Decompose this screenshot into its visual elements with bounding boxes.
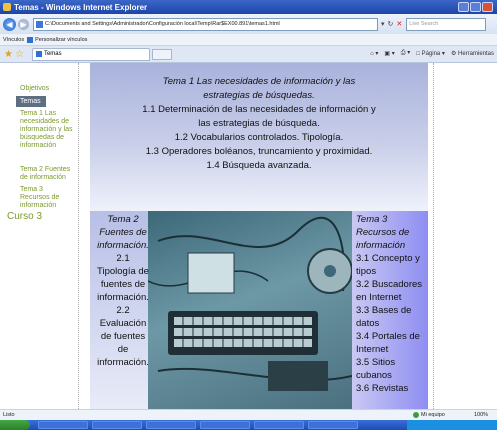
favorites-star-icon[interactable]: ★: [4, 49, 13, 60]
security-zone: Mi equipo: [413, 412, 445, 418]
tema2-block: Tema 2 Fuentes de información. 2.1 Tipol…: [96, 213, 150, 369]
tema1-line: 1.1 Determinación de las necesidades de …: [142, 104, 376, 129]
address-value: C:\Documents and Settings\Administrador\…: [45, 21, 280, 27]
status-text: Listo: [3, 412, 15, 418]
page-menu-label: Página: [421, 50, 441, 57]
taskbar-item[interactable]: [254, 421, 304, 429]
tab-bar: ★ ☆ Temas ⌂ ▾ ▣ ▾ ⎙ ▾ □ Página ▾ ⚙ Herra…: [0, 46, 497, 63]
tema3-line: 3.6 Revistas: [356, 383, 409, 394]
window-title: Temas - Windows Internet Explorer: [14, 2, 148, 12]
temas-slide: Tema 1 Las necesidades de información y …: [90, 63, 428, 409]
keyboard-photo: [148, 211, 352, 409]
tema3-line: 3.3 Bases de datos: [356, 305, 412, 329]
dropdown-icon[interactable]: ▾: [381, 20, 385, 28]
tema1-line: 1.4 Búsqueda avanzada.: [206, 160, 312, 171]
address-toolbar: ◀ ▶ C:\Documents and Settings\Administra…: [0, 14, 497, 34]
command-bar: ⌂ ▾ ▣ ▾ ⎙ ▾ □ Página ▾ ⚙ Herramientas: [370, 49, 494, 57]
maximize-button[interactable]: [470, 2, 481, 12]
search-placeholder: Live Search: [409, 21, 439, 27]
print-icon[interactable]: ⎙ ▾: [401, 49, 410, 57]
zone-label: Mi equipo: [421, 412, 445, 418]
sidebar-item-objetivos[interactable]: Objetivos: [20, 85, 49, 93]
feeds-icon[interactable]: ▣ ▾: [384, 50, 394, 57]
tema2-title: Tema 2 Fuentes de información.: [97, 214, 149, 251]
taskbar-item[interactable]: [200, 421, 250, 429]
tab-temas[interactable]: Temas: [31, 47, 150, 61]
tema1-line: 1.3 Operadores boléanos, truncamiento y …: [145, 146, 373, 157]
add-favorites-icon[interactable]: ☆: [15, 49, 24, 60]
minimize-button[interactable]: [458, 2, 469, 12]
tab-label: Temas: [43, 51, 62, 57]
sidebar-item-tema3[interactable]: Tema 3 Recursos de información: [20, 186, 74, 210]
tema3-line: 3.5 Sitios cubanos: [356, 357, 396, 381]
page-menu[interactable]: □ Página ▾: [416, 50, 445, 57]
tema1-block: Tema 1 Las necesidades de información y …: [140, 75, 378, 173]
divider-left: [78, 63, 79, 409]
links-item[interactable]: Personalizar vínculos: [35, 37, 87, 43]
forward-button[interactable]: ▶: [18, 18, 29, 30]
sidebar-item-temas[interactable]: Temas: [16, 96, 46, 107]
tema3-block: Tema 3 Recursos de información 3.1 Conce…: [356, 213, 428, 395]
page-icon: [36, 20, 43, 28]
link-icon: [27, 36, 34, 43]
taskbar-item[interactable]: [92, 421, 142, 429]
links-bar: Vínculos Personalizar vínculos: [0, 34, 497, 46]
course-sidebar: Objetivos Temas Tema 1 Las necesidades d…: [0, 63, 75, 409]
taskbar-item[interactable]: [308, 421, 358, 429]
taskbar-item[interactable]: [146, 421, 196, 429]
tema1-line: 1.2 Vocabularios controlados. Tipología.: [174, 132, 344, 143]
tema3-line: 3.1 Concepto y tipos: [356, 253, 420, 277]
stop-icon[interactable]: ✕: [396, 20, 402, 28]
tema3-line: 3.2 Buscadores en Internet: [356, 279, 423, 303]
sidebar-item-tema1[interactable]: Tema 1 Las necesidades de información y …: [20, 110, 74, 150]
tema3-title: Tema 3 Recursos de información: [356, 214, 410, 251]
windows-taskbar: [0, 420, 497, 430]
refresh-icon[interactable]: ↻: [388, 20, 394, 28]
search-input[interactable]: Live Search: [406, 17, 487, 31]
new-tab-button[interactable]: [151, 48, 172, 60]
window-titlebar: Temas - Windows Internet Explorer: [0, 0, 497, 14]
home-icon[interactable]: ⌂ ▾: [370, 50, 378, 57]
address-input[interactable]: C:\Documents and Settings\Administrador\…: [33, 17, 378, 31]
sidebar-item-curso3[interactable]: Curso 3: [7, 211, 42, 222]
window-controls: [458, 2, 493, 12]
tools-menu[interactable]: ⚙ Herramientas: [451, 50, 494, 57]
tab-page-icon: [35, 51, 42, 57]
tema1-title: Tema 1 Las necesidades de información y …: [162, 76, 356, 101]
tools-menu-label: Herramientas: [457, 50, 494, 57]
links-label: Vínculos: [3, 36, 25, 43]
ie-logo-icon: [3, 3, 11, 11]
system-tray: [407, 420, 497, 430]
page-content: Objetivos Temas Tema 1 Las necesidades d…: [0, 63, 497, 409]
keyboard-illustration: [148, 216, 352, 391]
tema2-line: 2.2 Evaluación de fuentes de información…: [97, 305, 149, 368]
tema3-line: 3.4 Portales de Internet: [356, 331, 420, 355]
close-button[interactable]: [482, 2, 493, 12]
divider-right: [433, 63, 434, 409]
start-button[interactable]: [0, 420, 30, 430]
tema2-line: 2.1 Tipología de fuentes de información.: [97, 253, 149, 303]
zone-icon: [413, 412, 419, 418]
sidebar-item-tema2[interactable]: Tema 2 Fuentes de información: [20, 166, 74, 182]
taskbar-item[interactable]: [38, 421, 88, 429]
status-bar: Listo Mi equipo 100%: [0, 409, 497, 420]
back-button[interactable]: ◀: [3, 17, 16, 31]
address-actions: ▾ ↻ ✕: [381, 20, 402, 28]
zoom-level[interactable]: 100%: [474, 412, 488, 418]
